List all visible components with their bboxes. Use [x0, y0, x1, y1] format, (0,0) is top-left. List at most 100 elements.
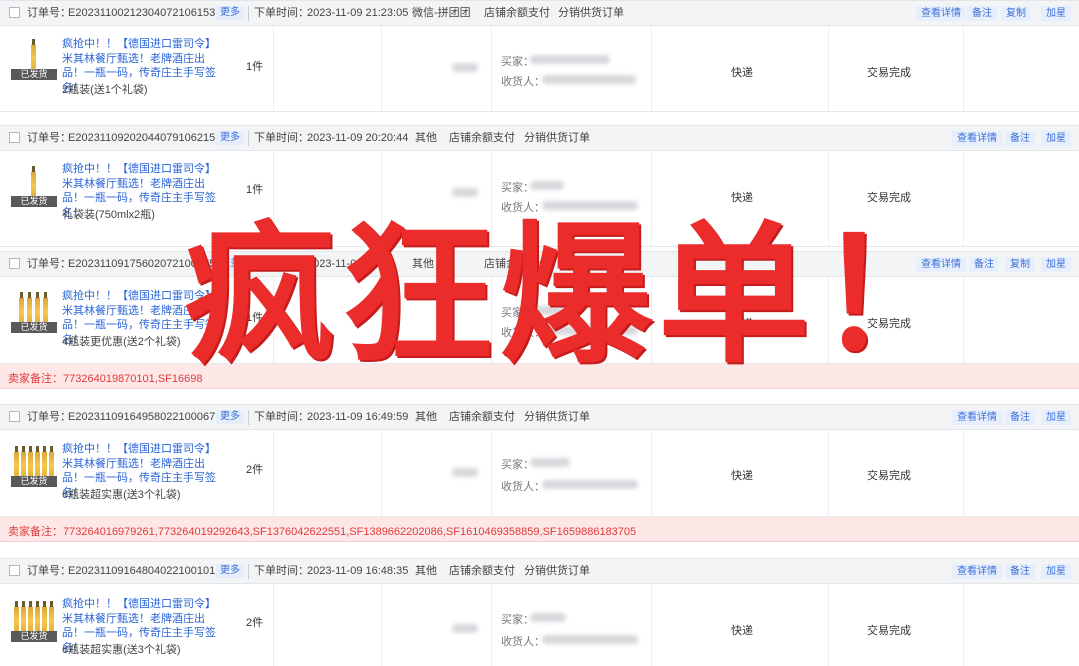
order-status: 交易完成 — [867, 625, 911, 637]
wine-bottle-icon — [27, 292, 32, 324]
star-button[interactable]: 加星 — [1041, 257, 1071, 272]
star-button[interactable]: 加星 — [1041, 564, 1071, 579]
product-spec: 6瓶装超实惠(送3个礼袋) — [62, 489, 181, 501]
more-link[interactable]: 更多 — [216, 410, 244, 424]
buyer-label: 买家： — [501, 614, 534, 626]
promo-overlay-text: 疯狂爆单！ — [184, 207, 974, 384]
product-spec: 礼袋装(750mlx2瓶) — [62, 209, 155, 221]
copy-button[interactable]: 复制 — [1001, 6, 1031, 21]
order-no: E20231109164804022100101 — [68, 565, 216, 577]
more-link[interactable]: 更多 — [216, 131, 244, 145]
price-blurred — [452, 63, 478, 72]
product-thumbnail[interactable]: 已发货 — [11, 289, 57, 333]
column-divider — [273, 584, 274, 666]
column-divider — [963, 430, 964, 516]
order-body: 已发货 疯抢中！！【德国进口雷司令】米其林餐厅甄选！老牌酒庄出品！一瓶一码，传奇… — [0, 584, 1079, 666]
buyer-label: 买家： — [501, 182, 534, 194]
price-blurred — [452, 624, 478, 633]
receiver-label: 收货人： — [501, 481, 545, 493]
seller-note-label: 卖家备注： — [8, 526, 63, 538]
order-no-label: 订单号： — [27, 132, 71, 144]
seller-note-bar: 卖家备注：773264016979261,773264019292643,SF1… — [0, 517, 1079, 542]
receiver-blurred — [542, 480, 638, 489]
note-button[interactable]: 备注 — [967, 6, 997, 21]
view-detail-button[interactable]: 查看详情 — [952, 131, 1002, 146]
order-time: 2023-11-09 20:20:44 — [307, 132, 409, 144]
order-no-label: 订单号： — [27, 411, 71, 423]
wine-bottle-icon — [43, 292, 48, 324]
copy-button[interactable]: 复制 — [1005, 257, 1035, 272]
price-blurred — [452, 188, 478, 197]
receiver-blurred — [542, 75, 636, 84]
wine-bottle-icon — [49, 601, 54, 633]
order-type: 分销供货订单 — [558, 7, 624, 19]
view-detail-button[interactable]: 查看详情 — [952, 410, 1002, 425]
column-divider — [828, 26, 829, 111]
buyer-label: 买家： — [501, 459, 534, 471]
column-divider — [651, 26, 652, 111]
delivery-method: 快递 — [731, 67, 753, 79]
column-divider — [651, 584, 652, 666]
note-button[interactable]: 备注 — [1005, 410, 1035, 425]
order-source: 其他 — [415, 411, 437, 423]
wine-bottle-icon — [35, 292, 40, 324]
payment-method: 店铺余额支付 — [484, 7, 550, 19]
order-checkbox[interactable] — [9, 565, 20, 576]
order-checkbox[interactable] — [9, 411, 20, 422]
order-time-label: 下单时间： — [254, 565, 309, 577]
buyer-blurred — [530, 613, 566, 622]
receiver-blurred — [542, 635, 638, 644]
order-no-label: 订单号： — [27, 7, 71, 19]
view-detail-button[interactable]: 查看详情 — [916, 6, 966, 21]
order-block: 订单号： E20231100212304072106153 更多 下单时间： 2… — [0, 0, 1079, 112]
order-time-label: 下单时间： — [254, 411, 309, 423]
quantity: 1件 — [246, 61, 264, 73]
wine-bottle-icon — [19, 292, 24, 324]
price-blurred — [452, 468, 478, 477]
product-thumbnail[interactable]: 已发货 — [11, 163, 57, 207]
more-link[interactable]: 更多 — [216, 6, 244, 20]
star-button[interactable]: 加星 — [1041, 131, 1071, 146]
order-type: 分销供货订单 — [524, 411, 590, 423]
wine-bottle-icon — [31, 39, 36, 71]
wine-bottle-icon — [49, 446, 54, 478]
note-button[interactable]: 备注 — [1005, 564, 1035, 579]
order-block: 订单号： E20231109164804022100101 更多 下单时间： 2… — [0, 558, 1079, 666]
star-button[interactable]: 加星 — [1041, 410, 1071, 425]
order-checkbox[interactable] — [9, 7, 20, 18]
order-checkbox[interactable] — [9, 132, 20, 143]
order-status: 交易完成 — [867, 67, 911, 79]
order-no: E20231109202044079106215 — [68, 132, 216, 144]
delivery-method: 快递 — [731, 192, 753, 204]
divider — [248, 564, 249, 579]
shipped-badge: 已发货 — [11, 196, 57, 207]
star-button[interactable]: 加星 — [1041, 6, 1071, 21]
product-thumbnail[interactable]: 已发货 — [11, 443, 57, 487]
payment-method: 店铺余额支付 — [449, 565, 515, 577]
column-divider — [651, 430, 652, 516]
product-thumbnail[interactable]: 已发货 — [11, 36, 57, 80]
order-header: 订单号： E20231109164804022100101 更多 下单时间： 2… — [0, 558, 1079, 584]
wine-bottle-icon — [21, 601, 26, 633]
delivery-method: 快递 — [731, 625, 753, 637]
column-divider — [381, 584, 382, 666]
order-type: 分销供货订单 — [524, 565, 590, 577]
column-divider — [491, 584, 492, 666]
more-link[interactable]: 更多 — [216, 564, 244, 578]
delivery-method: 快递 — [731, 470, 753, 482]
divider — [248, 410, 249, 425]
order-checkbox[interactable] — [9, 258, 20, 269]
shipped-badge: 已发货 — [11, 69, 57, 80]
column-divider — [828, 584, 829, 666]
quantity: 2件 — [246, 464, 264, 476]
product-thumbnail[interactable]: 已发货 — [11, 598, 57, 642]
buyer-label: 买家： — [501, 56, 534, 68]
wine-bottle-icon — [42, 446, 47, 478]
seller-note-label: 卖家备注： — [8, 373, 63, 385]
wine-bottle-icon — [35, 601, 40, 633]
order-time: 2023-11-09 21:23:05 — [307, 7, 409, 19]
order-header: 订单号： E20231109164958022100067 更多 下单时间： 2… — [0, 404, 1079, 430]
view-detail-button[interactable]: 查看详情 — [952, 564, 1002, 579]
column-divider — [491, 430, 492, 516]
note-button[interactable]: 备注 — [1005, 131, 1035, 146]
